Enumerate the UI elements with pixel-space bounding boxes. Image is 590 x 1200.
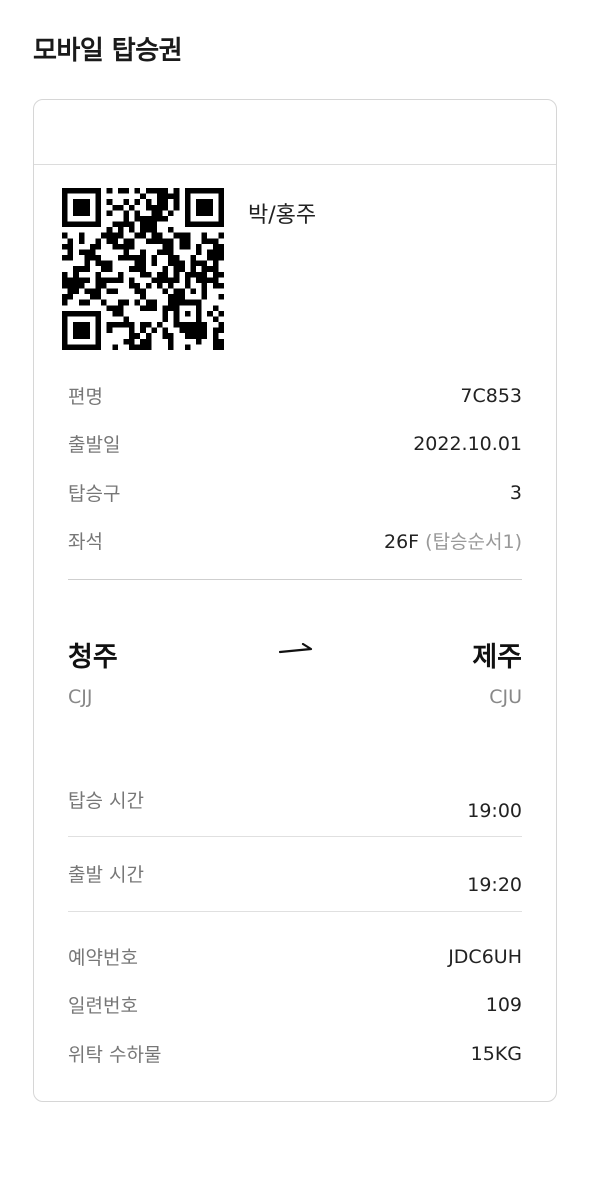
dest-city: 제주: [472, 642, 522, 673]
info-label: 좌석: [68, 531, 103, 553]
info-row-flight: 편명 7C853: [68, 382, 522, 409]
dest-code: CJU: [489, 686, 522, 708]
passenger-name: 박/홍주: [248, 203, 317, 228]
info-value: 3: [509, 481, 522, 504]
card-header: [34, 100, 556, 165]
booking-value: JDC6UH: [448, 945, 522, 968]
divider: [68, 579, 522, 580]
time-label: 출발 시간: [68, 864, 144, 886]
info-row-gate: 탑승구 3: [68, 479, 522, 506]
origin-code: CJJ: [68, 686, 93, 708]
divider: [68, 911, 522, 912]
booking-label: 일련번호: [68, 995, 138, 1017]
info-value: 26F (탑승순서1): [384, 527, 522, 554]
time-value: 19:20: [467, 874, 522, 896]
time-value: 19:00: [467, 800, 522, 822]
page-title: 모바일 탑승권: [33, 36, 183, 66]
seat-value: 26F: [384, 531, 420, 553]
time-row-departure: 출발 시간 19:20: [68, 860, 522, 896]
booking-label: 위탁 수하물: [68, 1044, 162, 1066]
info-label: 출발일: [68, 434, 121, 456]
origin-city: 청주: [68, 642, 118, 673]
qr-code-icon: [62, 188, 224, 350]
booking-row-baggage: 위탁 수하물 15KG: [68, 1040, 522, 1067]
boarding-pass-card: 박/홍주 편명 7C853 출발일 2022.10.01 탑승구 3 좌석 26…: [33, 99, 557, 1102]
booking-value: 15KG: [470, 1042, 522, 1065]
time-row-boarding: 탑승 시간 19:00: [68, 786, 522, 822]
route-arrow-icon: [279, 643, 313, 654]
info-value: 7C853: [460, 384, 522, 407]
boarding-order: (탑승순서1): [425, 531, 522, 553]
booking-row-serial: 일련번호 109: [68, 991, 522, 1018]
info-row-seat: 좌석 26F (탑승순서1): [68, 527, 522, 554]
booking-row-reservation: 예약번호 JDC6UH: [68, 943, 522, 970]
booking-label: 예약번호: [68, 947, 138, 969]
info-label: 탑승구: [68, 483, 121, 505]
info-row-date: 출발일 2022.10.01: [68, 430, 522, 457]
divider: [68, 836, 522, 837]
booking-value: 109: [485, 993, 522, 1016]
time-label: 탑승 시간: [68, 790, 144, 812]
info-value: 2022.10.01: [413, 432, 522, 455]
info-label: 편명: [68, 386, 103, 408]
